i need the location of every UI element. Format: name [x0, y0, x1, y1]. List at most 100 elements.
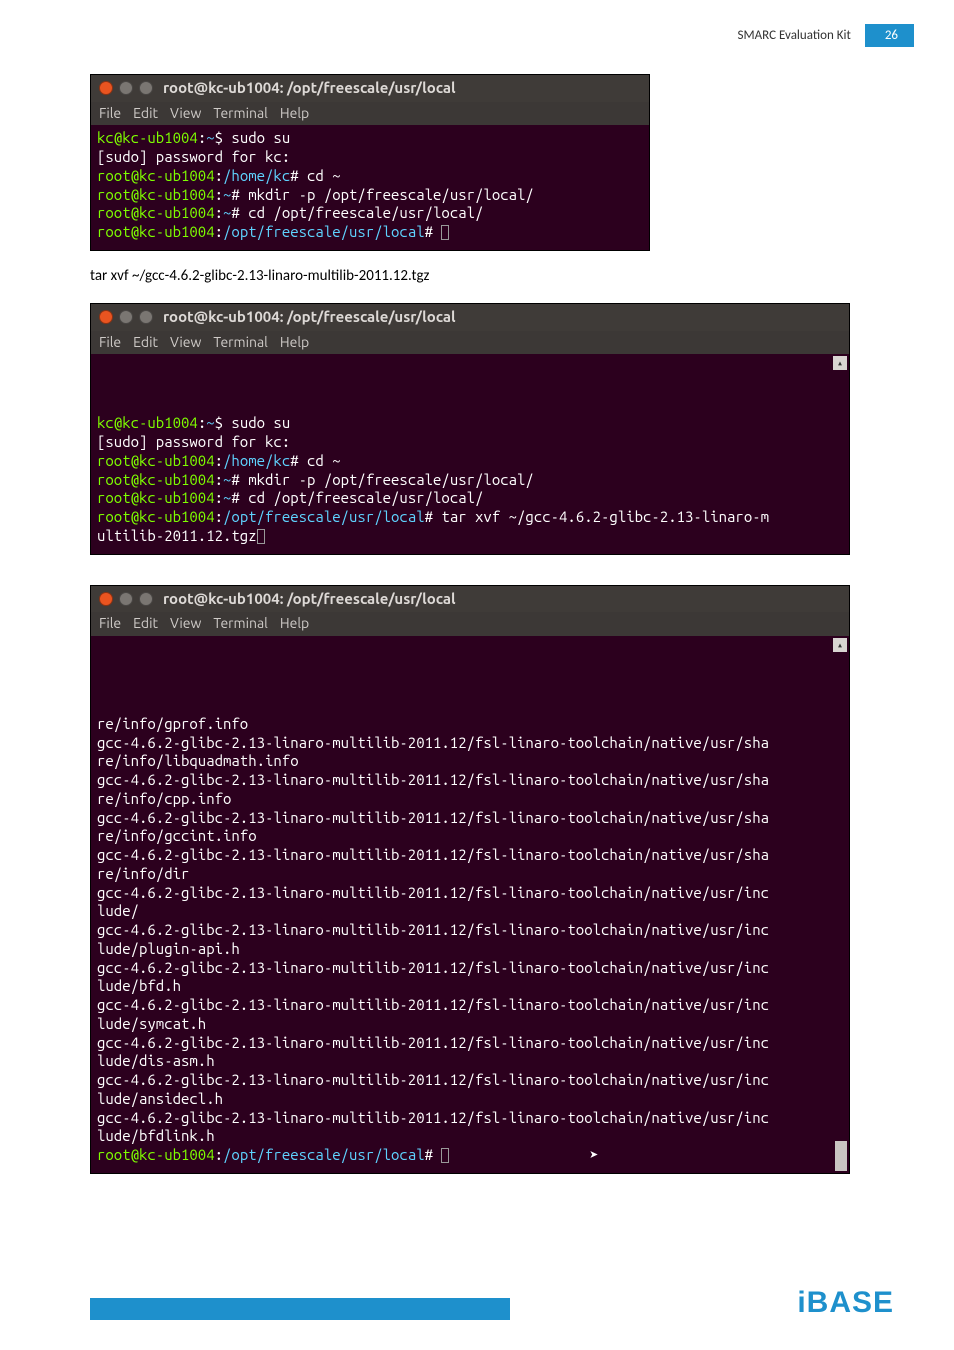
- menu-file[interactable]: File: [99, 615, 121, 633]
- menu-bar: File Edit View Terminal Help: [91, 331, 849, 355]
- terminal-text: :: [215, 489, 223, 506]
- terminal-text: # cd ~: [290, 167, 340, 184]
- terminal-text: gcc-4.6.2-glibc-2.13-linaro-multilib-201…: [97, 771, 769, 788]
- terminal-text: gcc-4.6.2-glibc-2.13-linaro-multilib-201…: [97, 846, 769, 863]
- title-bar: root@kc-ub1004: /opt/freescale/usr/local: [91, 304, 849, 331]
- menu-view[interactable]: View: [170, 334, 201, 352]
- terminal-text: :: [215, 508, 223, 525]
- terminal-text: :: [215, 1146, 223, 1163]
- maximize-icon[interactable]: [139, 310, 153, 324]
- window-title: root@kc-ub1004: /opt/freescale/usr/local: [163, 79, 456, 98]
- terminal-text: :: [198, 129, 206, 146]
- terminal-text: [sudo] password for kc:: [97, 148, 290, 165]
- menu-terminal[interactable]: Terminal: [213, 615, 268, 633]
- terminal-text: $ sudo su: [215, 414, 291, 431]
- terminal-text: #: [425, 223, 442, 240]
- page-footer: iBASE: [0, 1298, 954, 1320]
- terminal-text: gcc-4.6.2-glibc-2.13-linaro-multilib-201…: [97, 921, 769, 938]
- minimize-icon[interactable]: [119, 592, 133, 606]
- window-title: root@kc-ub1004: /opt/freescale/usr/local: [163, 308, 456, 327]
- terminal-text: # cd ~: [290, 452, 340, 469]
- terminal-window-3: root@kc-ub1004: /opt/freescale/usr/local…: [90, 585, 850, 1174]
- window-controls: [99, 310, 153, 324]
- terminal-body[interactable]: ▴ kc@kc-ub1004:~$ sudo su[sudo] password…: [91, 354, 849, 554]
- terminal-text: ~: [206, 414, 214, 431]
- terminal-text: root@kc-ub1004: [97, 471, 215, 488]
- menu-view[interactable]: View: [170, 615, 201, 633]
- terminal-text: lude/dis-asm.h: [97, 1052, 215, 1069]
- scroll-up-icon[interactable]: ▴: [833, 638, 847, 652]
- page-header: SMARC Evaluation Kit 26: [738, 24, 914, 47]
- terminal-text: re/info/gccint.info: [97, 827, 257, 844]
- terminal-text: gcc-4.6.2-glibc-2.13-linaro-multilib-201…: [97, 734, 769, 751]
- terminal-text: :: [215, 471, 223, 488]
- close-icon[interactable]: [99, 592, 113, 606]
- terminal-text: re/info/cpp.info: [97, 790, 231, 807]
- menu-file[interactable]: File: [99, 334, 121, 352]
- close-icon[interactable]: [99, 310, 113, 324]
- terminal-text: lude/plugin-api.h: [97, 940, 240, 957]
- terminal-text: root@kc-ub1004: [97, 223, 215, 240]
- terminal-text: gcc-4.6.2-glibc-2.13-linaro-multilib-201…: [97, 959, 769, 976]
- terminal-text: root@kc-ub1004: [97, 186, 215, 203]
- menu-edit[interactable]: Edit: [133, 334, 158, 352]
- minimize-icon[interactable]: [119, 310, 133, 324]
- title-bar: root@kc-ub1004: /opt/freescale/usr/local: [91, 75, 649, 102]
- terminal-window-2: root@kc-ub1004: /opt/freescale/usr/local…: [90, 303, 850, 555]
- terminal-text: gcc-4.6.2-glibc-2.13-linaro-multilib-201…: [97, 884, 769, 901]
- terminal-text: # cd /opt/freescale/usr/local/: [231, 204, 483, 221]
- window-controls: [99, 81, 153, 95]
- terminal-text: # tar xvf ~/gcc-4.6.2-glibc-2.13-linaro-…: [425, 508, 769, 525]
- terminal-text: :: [215, 204, 223, 221]
- menu-edit[interactable]: Edit: [133, 105, 158, 123]
- terminal-text: gcc-4.6.2-glibc-2.13-linaro-multilib-201…: [97, 1071, 769, 1088]
- terminal-text: lude/ansidecl.h: [97, 1090, 223, 1107]
- terminal-text: /home/kc: [223, 167, 290, 184]
- terminal-text: :: [215, 223, 223, 240]
- terminal-text: re/info/gprof.info: [97, 715, 248, 732]
- terminal-text: :: [215, 186, 223, 203]
- cursor-icon: [441, 1148, 449, 1163]
- menu-help[interactable]: Help: [280, 105, 309, 123]
- terminal-text: # cd /opt/freescale/usr/local/: [231, 489, 483, 506]
- window-controls: [99, 592, 153, 606]
- menu-help[interactable]: Help: [280, 334, 309, 352]
- footer-bar: [90, 1298, 510, 1320]
- terminal-text: /opt/freescale/usr/local: [223, 223, 425, 240]
- menu-view[interactable]: View: [170, 105, 201, 123]
- header-title: SMARC Evaluation Kit: [738, 28, 851, 43]
- terminal-text: root@kc-ub1004: [97, 452, 215, 469]
- menu-file[interactable]: File: [99, 105, 121, 123]
- menu-terminal[interactable]: Terminal: [213, 105, 268, 123]
- menu-help[interactable]: Help: [280, 615, 309, 633]
- terminal-body[interactable]: kc@kc-ub1004:~$ sudo su[sudo] password f…: [91, 125, 649, 250]
- terminal-text: /opt/freescale/usr/local: [223, 508, 425, 525]
- cursor-icon: [257, 529, 265, 544]
- maximize-icon[interactable]: [139, 592, 153, 606]
- terminal-text: kc@kc-ub1004: [97, 129, 198, 146]
- terminal-body[interactable]: ▴ re/info/gprof.info gcc-4.6.2-glibc-2.13…: [91, 636, 849, 1173]
- terminal-text: lude/symcat.h: [97, 1015, 206, 1032]
- terminal-text: re/info/dir: [97, 865, 189, 882]
- window-title: root@kc-ub1004: /opt/freescale/usr/local: [163, 590, 456, 609]
- terminal-text: lude/bfdlink.h: [97, 1127, 215, 1144]
- terminal-text: gcc-4.6.2-glibc-2.13-linaro-multilib-201…: [97, 1109, 769, 1126]
- terminal-text: lude/bfd.h: [97, 977, 181, 994]
- page-number: 26: [865, 24, 914, 47]
- terminal-window-1: root@kc-ub1004: /opt/freescale/usr/local…: [90, 74, 650, 251]
- close-icon[interactable]: [99, 81, 113, 95]
- minimize-icon[interactable]: [119, 81, 133, 95]
- scrollbar-track-icon[interactable]: [835, 1141, 847, 1171]
- terminal-text: lude/: [97, 902, 139, 919]
- terminal-text: ~: [206, 129, 214, 146]
- terminal-text: :: [215, 167, 223, 184]
- maximize-icon[interactable]: [139, 81, 153, 95]
- title-bar: root@kc-ub1004: /opt/freescale/usr/local: [91, 586, 849, 613]
- menu-bar: File Edit View Terminal Help: [91, 612, 849, 636]
- mouse-pointer-icon: ➤: [589, 1146, 598, 1165]
- menu-edit[interactable]: Edit: [133, 615, 158, 633]
- terminal-text: # mkdir -p /opt/freescale/usr/local/: [231, 471, 533, 488]
- menu-terminal[interactable]: Terminal: [213, 334, 268, 352]
- scroll-up-icon[interactable]: ▴: [833, 356, 847, 370]
- terminal-text: /opt/freescale/usr/local: [223, 1146, 425, 1163]
